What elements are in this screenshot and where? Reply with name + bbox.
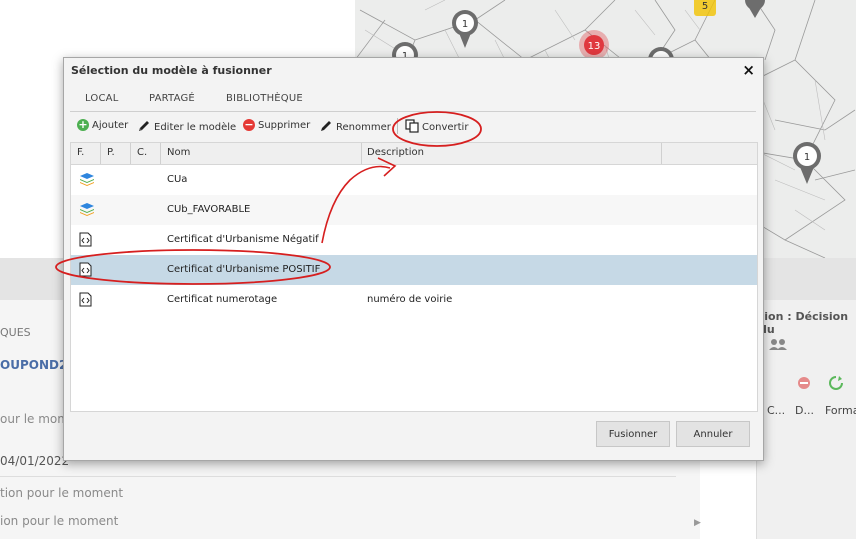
tab-library[interactable]: BIBLIOTHÈQUE [226, 93, 303, 104]
background-row: 04/01/2022 [0, 454, 70, 468]
divider [0, 476, 676, 477]
code-file-icon [79, 262, 92, 280]
column-header[interactable]: C... [767, 404, 785, 417]
row-name: CUa [167, 174, 188, 185]
table-header: F. P. C. Nom Description [71, 143, 757, 165]
users-icon[interactable] [769, 338, 787, 353]
pencil-icon [319, 119, 333, 136]
tab-local[interactable]: LOCAL [85, 93, 118, 104]
delete-button[interactable]: − Supprimer [243, 119, 310, 131]
column-divider[interactable] [130, 143, 131, 164]
dialog-tabs: LOCAL PARTAGÉ BIBLIOTHÈQUE [70, 85, 756, 112]
row-name: Certificat d'Urbanisme POSITIF [167, 264, 321, 275]
tab-shared[interactable]: PARTAGÉ [149, 93, 195, 104]
layers-icon [79, 172, 95, 189]
add-button[interactable]: + Ajouter [77, 119, 128, 131]
toolbar-separator [397, 118, 398, 134]
cancel-button[interactable]: Annuler [676, 421, 750, 447]
map-marker[interactable]: 1 [793, 142, 821, 184]
code-file-icon [79, 292, 92, 310]
table-row[interactable]: Certificat numerotage numéro de voirie [71, 285, 757, 315]
background-row: tion pour le moment [0, 486, 124, 500]
table-row[interactable]: Certificat d'Urbanisme Négatif [71, 225, 757, 255]
dialog-title: Sélection du modèle à fusionner [71, 64, 272, 77]
rename-label: Renommer [336, 122, 391, 133]
table-row-selected[interactable]: Certificat d'Urbanisme POSITIF [71, 255, 757, 285]
column-header-description[interactable]: Description [367, 147, 424, 158]
dialog-toolbar: + Ajouter Editer le modèle − Supprimer R… [70, 116, 756, 138]
svg-text:13: 13 [588, 41, 601, 52]
svg-text:5: 5 [702, 1, 708, 12]
row-description: numéro de voirie [367, 294, 453, 305]
side-panel-title: tion : Décision du [759, 310, 849, 336]
merge-template-dialog: Sélection du modèle à fusionner × LOCAL … [63, 57, 764, 461]
column-header[interactable]: Forma [825, 404, 856, 417]
map-cluster-marker[interactable]: 5 [694, 0, 716, 16]
svg-text:1: 1 [462, 19, 468, 30]
chevron-right-icon[interactable]: ▶ [694, 518, 701, 528]
background-row: ion pour le moment [0, 514, 119, 528]
row-name: Certificat numerotage [167, 294, 278, 305]
edit-template-label: Editer le modèle [154, 122, 237, 133]
close-icon[interactable]: × [742, 61, 755, 79]
row-name: Certificat d'Urbanisme Négatif [167, 234, 319, 245]
column-header[interactable]: D... [795, 404, 814, 417]
copy-icon [405, 119, 419, 136]
column-header-f[interactable]: F. [77, 147, 84, 158]
merge-button[interactable]: Fusionner [596, 421, 670, 447]
map-cluster-marker[interactable]: 13 [579, 30, 609, 60]
svg-text:1: 1 [804, 152, 810, 163]
delete-icon: − [243, 118, 255, 131]
code-file-icon [79, 232, 92, 250]
convert-label: Convertir [422, 122, 469, 133]
map-marker[interactable]: 1 [452, 10, 478, 48]
row-name: CUb_FAVORABLE [167, 204, 251, 215]
column-divider[interactable] [361, 143, 362, 164]
table-row[interactable]: CUa [71, 165, 757, 195]
map-pin [745, 0, 765, 18]
column-divider[interactable] [661, 143, 662, 164]
pencil-icon [137, 119, 151, 136]
column-header-name[interactable]: Nom [167, 147, 190, 158]
refresh-icon[interactable] [829, 376, 843, 393]
column-header-c[interactable]: C. [137, 147, 147, 158]
background-side-panel: tion : Décision du C... D... Forma [756, 300, 856, 539]
column-divider[interactable] [100, 143, 101, 164]
background-tab-fragment: QUES [0, 326, 31, 339]
plus-icon: + [77, 118, 89, 131]
add-label: Ajouter [92, 119, 129, 131]
delete-label: Supprimer [258, 119, 311, 131]
edit-template-button[interactable]: Editer le modèle [137, 119, 236, 136]
layers-icon [79, 202, 95, 219]
convert-button[interactable]: Convertir [405, 119, 468, 136]
stop-icon[interactable] [797, 376, 811, 393]
table-row[interactable]: CUb_FAVORABLE [71, 195, 757, 225]
column-divider[interactable] [160, 143, 161, 164]
column-header-p[interactable]: P. [107, 147, 115, 158]
template-table: F. P. C. Nom Description CUa CUb_FAVORAB… [70, 142, 758, 412]
rename-button[interactable]: Renommer [319, 119, 391, 136]
